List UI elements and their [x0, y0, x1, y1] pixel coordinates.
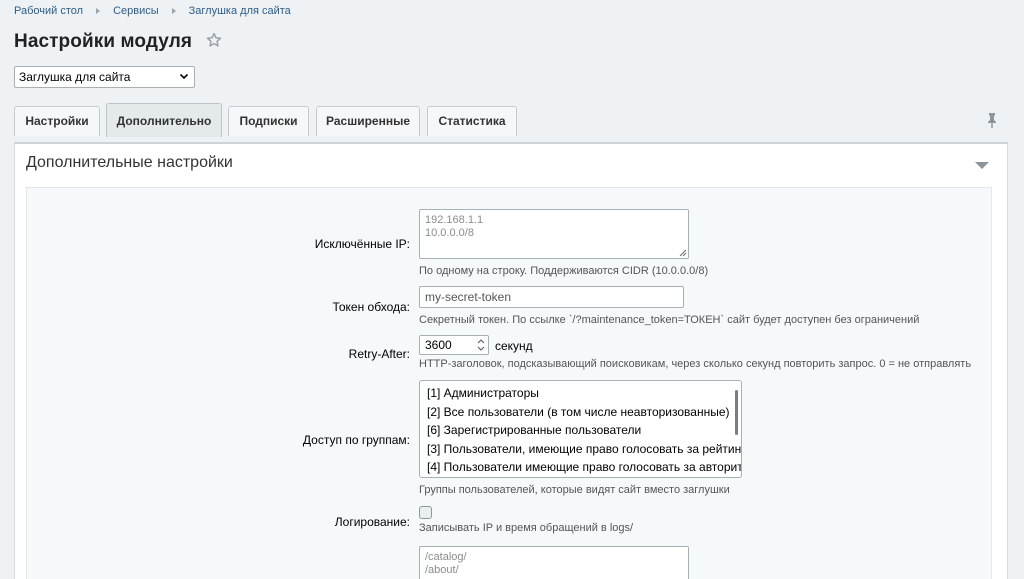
module-select-value: Заглушка для сайта: [19, 70, 131, 84]
favorite-star-icon[interactable]: [205, 31, 223, 49]
group-access-label: Доступ по группам:: [302, 433, 410, 447]
list-item[interactable]: [6] Зарегистрированные пользователи: [427, 421, 741, 440]
bypass-token-hint: Секретный токен. По ссылке `/?maintenanc…: [419, 314, 920, 326]
excluded-ip-textarea[interactable]: 192.168.1.1 10.0.0.0/8: [419, 209, 689, 259]
collapse-arrow-icon[interactable]: [975, 162, 989, 169]
excluded-ip-label: Исключённые IP:: [314, 237, 410, 251]
logging-label: Логирование:: [334, 515, 410, 529]
retry-after-hint: HTTP-заголовок, подсказывающий поисковик…: [419, 358, 972, 370]
list-item[interactable]: [4] Пользователи имеющие право голосоват…: [427, 458, 741, 477]
excluded-ip-hint: По одному на строку. Поддерживаются CIDR…: [419, 265, 709, 277]
logging-checkbox[interactable]: [419, 506, 432, 519]
tab-additional[interactable]: Дополнительно: [106, 103, 222, 137]
listbox-scrollbar[interactable]: [735, 390, 738, 435]
tab-statistics[interactable]: Статистика: [427, 106, 517, 136]
group-access-hint: Группы пользователей, которые видят сайт…: [419, 484, 730, 496]
resize-handle-icon[interactable]: [677, 247, 687, 257]
tab-subscriptions[interactable]: Подписки: [228, 106, 309, 136]
settings-form: Исключённые IP: 192.168.1.1 10.0.0.0/8 П…: [26, 187, 992, 579]
retry-after-unit: секунд: [495, 339, 533, 353]
breadcrumb-separator-icon: [171, 8, 176, 14]
breadcrumb-site-stub[interactable]: Заглушка для сайта: [189, 5, 291, 17]
breadcrumb: Рабочий стол Сервисы Заглушка для сайта: [14, 5, 291, 17]
section-title: Дополнительные настройки: [26, 154, 233, 171]
excluded-paths-textarea[interactable]: /catalog/ /about/: [419, 546, 689, 579]
breadcrumb-services[interactable]: Сервисы: [113, 5, 159, 17]
retry-after-label: Retry-After:: [348, 347, 410, 361]
module-select[interactable]: Заглушка для сайта: [14, 66, 195, 88]
bypass-token-input[interactable]: my-secret-token: [419, 286, 684, 308]
retry-after-input[interactable]: 3600: [419, 335, 489, 355]
spinner-arrows-icon[interactable]: [477, 338, 485, 352]
tab-advanced[interactable]: Расширенные: [316, 106, 420, 136]
tab-settings[interactable]: Настройки: [14, 106, 100, 136]
group-access-listbox[interactable]: [1] Администраторы [2] Все пользователи …: [419, 380, 742, 478]
list-item[interactable]: [2] Все пользователи (в том числе неавто…: [427, 403, 741, 422]
page-title: Настройки модуля: [14, 31, 193, 52]
bypass-token-label: Токен обхода:: [332, 300, 410, 314]
breadcrumb-desktop[interactable]: Рабочий стол: [14, 5, 83, 17]
retry-after-value: 3600: [425, 338, 452, 352]
list-item[interactable]: [1] Администраторы: [427, 384, 741, 403]
pin-icon[interactable]: [985, 112, 999, 128]
settings-panel: Дополнительные настройки Исключённые IP:…: [14, 142, 1008, 579]
logging-hint: Записывать IP и время обращений в logs/: [419, 522, 634, 534]
list-item[interactable]: [3] Пользователи, имеющие право голосова…: [427, 440, 741, 459]
chevron-down-icon: [179, 73, 189, 80]
breadcrumb-separator-icon: [96, 8, 101, 14]
